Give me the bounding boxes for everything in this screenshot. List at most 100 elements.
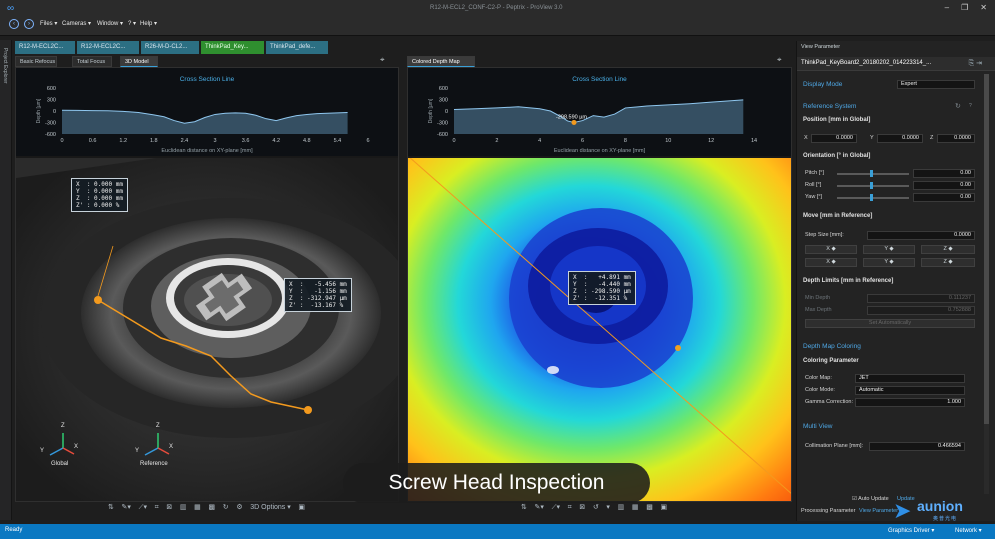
move-x-minus-button[interactable]: X ◆	[805, 258, 857, 267]
reset-icon[interactable]: ↻	[955, 102, 961, 110]
forward-icon[interactable]: ›	[24, 19, 34, 29]
series-area	[62, 110, 348, 134]
doc-tab-5[interactable]: ThinkPad_defe...	[266, 41, 328, 54]
snapshot-icon[interactable]: ▣	[661, 503, 668, 511]
min-depth-input[interactable]: 0.111237	[867, 294, 975, 303]
gamma-input[interactable]: 1.000	[855, 398, 965, 407]
position-y-input[interactable]: 0.0000	[877, 134, 923, 143]
measure-pen-icon[interactable]: ✎▾	[535, 503, 544, 511]
tab-basic-refocus[interactable]: Basic Refocus	[15, 56, 57, 67]
tab-total-focus[interactable]: Total Focus	[72, 56, 112, 67]
back-icon[interactable]: ‹	[9, 19, 19, 29]
right-viewport[interactable]: Cross Section Line 600 300 0 -300 -600 0 2 4 6 8 1…	[407, 67, 792, 502]
graphics-driver-status[interactable]: Graphics Driver ▾	[888, 527, 934, 534]
collimation-plane-label: Collimation Plane [mm]:	[805, 443, 864, 449]
menu-window[interactable]: Window ▾	[97, 20, 123, 27]
auto-update-checkbox[interactable]: ☑ Auto Update	[852, 496, 889, 502]
dock-scrollbar[interactable]	[984, 74, 989, 494]
cross-section-plot-right: 600 300 0 -300 -600 0 2 4 6 8 10 12 14 Depth [µm] -298…	[428, 86, 757, 144]
x-tick-label: 4	[538, 138, 541, 144]
3d-model-view[interactable]: X : 0.000 mm Y : 0.000 mm Z : 0.000 mm Z' :…	[16, 158, 398, 501]
color-map-label: Color Map:	[805, 375, 832, 381]
measure-endpoint-end[interactable]	[304, 406, 312, 414]
bar-chart-icon[interactable]: ▦	[632, 503, 639, 511]
left-viewport[interactable]: Cross Section Line 600 300 0 -300 -600 0 0.6 1.…	[15, 67, 399, 502]
line-tool-icon[interactable]: ⟋▾	[552, 503, 560, 512]
line-tool-icon[interactable]: ⟋▾	[139, 503, 147, 512]
save-icon[interactable]: ⎘	[969, 60, 975, 67]
colored-depth-map[interactable]: X : +4.891 mm Y : -4.440 mm Z : -298.590 µ…	[408, 158, 791, 501]
select-icon[interactable]: ⇅	[108, 503, 114, 511]
global-axis-name: Global	[51, 461, 69, 467]
snapshot-icon[interactable]: ▣	[298, 503, 305, 511]
sync-icon[interactable]: ↻	[223, 503, 229, 511]
maximize-button[interactable]: ❐	[961, 3, 968, 12]
histogram-icon[interactable]: ▥	[618, 503, 625, 511]
help-icon[interactable]: ?	[969, 103, 972, 109]
readout-line: Y : -1.156 mm	[289, 288, 347, 295]
measure-endpoint-start[interactable]	[94, 296, 102, 304]
minimize-button[interactable]: –	[945, 3, 949, 12]
doc-tab-2[interactable]: R12-M-ECL2C...	[77, 41, 139, 54]
processing-parameter-tab[interactable]: Processing Parameter	[801, 508, 855, 514]
export-icon[interactable]: ⇥	[976, 60, 982, 67]
yaw-slider[interactable]	[837, 197, 909, 199]
roll-slider-thumb[interactable]	[870, 182, 873, 189]
delete-measure-icon[interactable]: ⊠	[166, 503, 172, 511]
pitch-slider[interactable]	[837, 173, 909, 175]
position-z-input[interactable]: 0.0000	[937, 134, 975, 143]
display-mode-select[interactable]: Expert	[897, 80, 975, 89]
pin-icon-right[interactable]: ⌖	[777, 55, 782, 65]
menu-cameras[interactable]: Cameras ▾	[62, 20, 91, 27]
project-explorer-strip[interactable]: Project Explorer	[0, 40, 12, 520]
move-y-minus-button[interactable]: Y ◆	[863, 258, 915, 267]
max-depth-input[interactable]: 0.752888	[867, 306, 975, 315]
collimation-plane-input[interactable]: 0.466594	[869, 442, 965, 451]
crop-icon[interactable]: ⌗	[155, 504, 159, 512]
position-x-input[interactable]: 0.0000	[811, 134, 857, 143]
network-status[interactable]: Network ▾	[955, 527, 982, 534]
yaw-input[interactable]: 0.00	[913, 193, 975, 202]
yaw-slider-thumb[interactable]	[870, 194, 873, 201]
dock-scroll-thumb[interactable]	[984, 74, 989, 424]
select-icon[interactable]: ⇅	[521, 503, 527, 511]
doc-tab-4[interactable]: ThinkPad_Key...	[201, 41, 264, 54]
color-map-select[interactable]: JET	[855, 374, 965, 383]
menu-help[interactable]: Help ▾	[140, 20, 157, 27]
move-y-plus-button[interactable]: Y ◆	[863, 245, 915, 254]
histogram-icon[interactable]: ▥	[180, 503, 187, 511]
roll-input[interactable]: 0.00	[913, 181, 975, 190]
cross-section-chart-right: Cross Section Line 600 300 0 -300 -600 0 2 4 6 8 1…	[408, 68, 791, 156]
measure-pen-icon[interactable]: ✎▾	[122, 503, 131, 511]
pin-icon[interactable]: ⌖	[380, 55, 385, 65]
doc-tab-3[interactable]: R26-M-D-CL2...	[141, 41, 199, 54]
3d-options-menu[interactable]: 3D Options ▾	[250, 503, 290, 511]
close-button[interactable]: ✕	[980, 3, 987, 12]
menu-question[interactable]: ? ▾	[128, 20, 136, 27]
y-tick-label: 0	[445, 109, 448, 115]
tab-colored-depth-map[interactable]: Colored Depth Map	[407, 56, 475, 67]
rotate-icon[interactable]: ↺	[593, 503, 599, 511]
set-automatically-button[interactable]: Set Automatically	[805, 319, 975, 328]
x-tick-label: 1.8	[150, 138, 158, 144]
move-x-plus-button[interactable]: X ◆	[805, 245, 857, 254]
color-mode-select[interactable]: Automatic	[855, 386, 965, 395]
move-z-plus-button[interactable]: Z ◆	[921, 245, 975, 254]
bar-chart-icon[interactable]: ▦	[194, 503, 201, 511]
move-z-minus-button[interactable]: Z ◆	[921, 258, 975, 267]
y-tick-label: 300	[47, 98, 56, 104]
x-tick-label: 10	[665, 138, 671, 144]
pitch-input[interactable]: 0.00	[913, 169, 975, 178]
tab-3d-model[interactable]: 3D Model	[120, 56, 158, 67]
crop-icon[interactable]: ⌗	[568, 504, 572, 512]
3d-options-icon[interactable]: ⚙	[236, 503, 242, 511]
grid-icon[interactable]: ▩	[646, 503, 653, 511]
pitch-slider-thumb[interactable]	[870, 170, 873, 177]
grid-icon[interactable]: ▩	[208, 503, 215, 511]
step-size-input[interactable]: 0.0000	[867, 231, 975, 240]
menu-files[interactable]: Files ▾	[40, 20, 57, 27]
delete-measure-icon[interactable]: ⊠	[579, 503, 585, 511]
roll-slider[interactable]	[837, 185, 909, 187]
doc-tab-1[interactable]: R12-M-ECL2C...	[15, 41, 75, 54]
rotate-options-menu[interactable]: ▾	[606, 503, 610, 511]
